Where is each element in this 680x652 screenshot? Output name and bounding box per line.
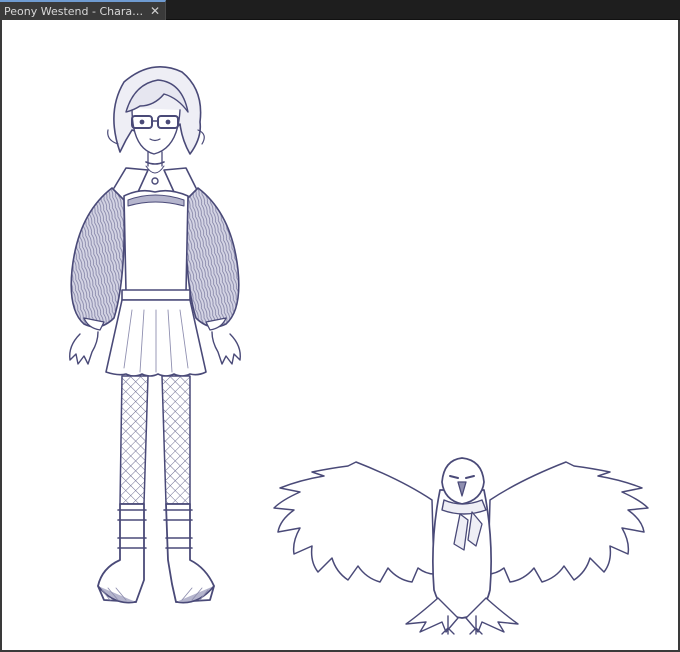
document-tab-bar: Peony Westend - Character Sheet ✕ [0,0,680,20]
character-sketch-artwork [69,66,649,635]
close-icon[interactable]: ✕ [149,5,161,17]
bird-companion-sketch [273,457,649,635]
document-tab[interactable]: Peony Westend - Character Sheet ✕ [0,0,166,20]
app-window: Peony Westend - Character Sheet ✕ [0,0,680,652]
character-figure [69,66,241,604]
drawing-canvas[interactable] [0,20,680,652]
document-tab-title: Peony Westend - Character Sheet [4,4,145,18]
